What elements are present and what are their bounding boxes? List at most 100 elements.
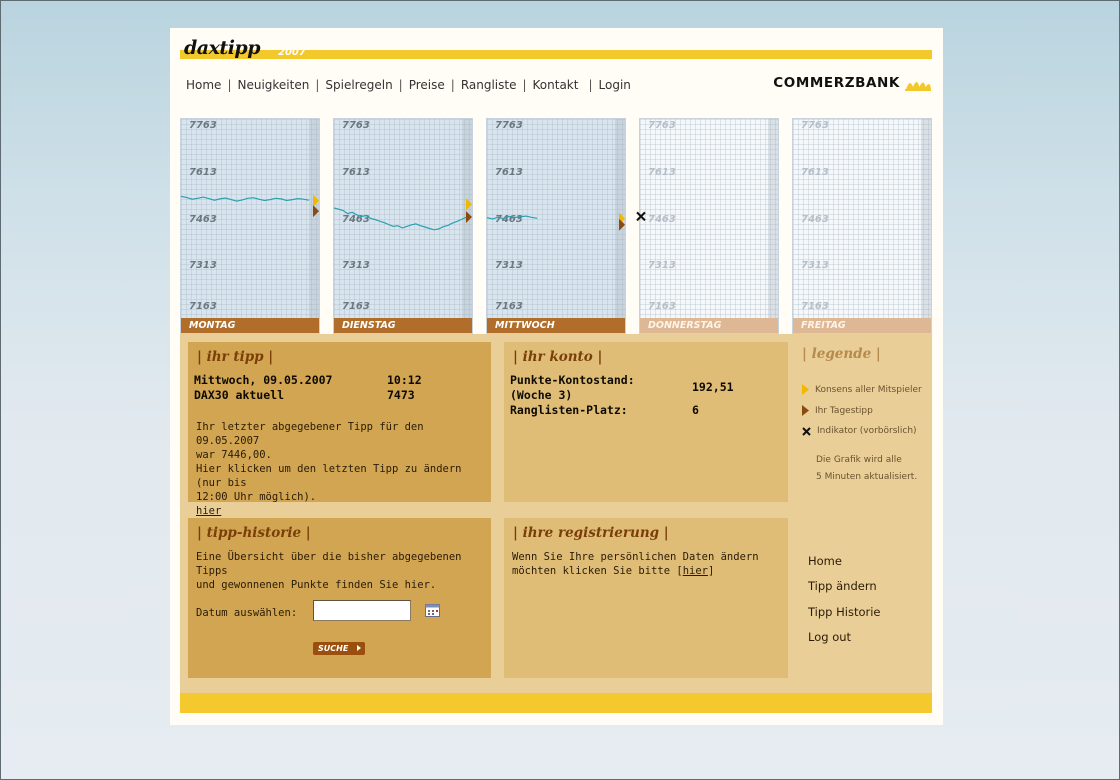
nav-separator: |: [227, 78, 232, 92]
legend-consensus: Konsens aller Mitspieler: [802, 384, 922, 395]
tipp-title: | ihr tipp |: [197, 349, 274, 365]
legend-note-line: Die Grafik wird alle: [816, 455, 902, 465]
dax-series-line: [487, 215, 538, 220]
tipp-info-line: Hier klicken um den letzten Tipp zu ände…: [196, 463, 462, 489]
tipp-info-line: war 7446,00.: [196, 449, 272, 461]
day-label: DIENSTAG: [334, 318, 472, 333]
registrierung-text: ]: [707, 565, 715, 577]
nav-neuigkeiten[interactable]: Neuigkeiten: [237, 78, 309, 92]
bank-ribbon-icon: [905, 82, 931, 91]
tipp-date: Mittwoch, 09.05.2007: [194, 373, 333, 387]
daily-tip-marker: [466, 211, 472, 224]
nav-separator: |: [398, 78, 403, 92]
tipp-info-line: Ihr letzter abgegebener Tipp für den 09.…: [196, 421, 424, 447]
nav-separator: |: [450, 78, 455, 92]
day-plot: [636, 211, 646, 222]
dax-week-chart: 7763 7613 7463 7313 7163 MONTAG 7763 7613 7463 73…: [180, 118, 932, 334]
chart-day-freitag: 7763 7613 7463 7313 7163 FREITAG: [792, 118, 932, 334]
nav-kontakt[interactable]: Kontakt: [533, 78, 579, 92]
calendar-icon[interactable]: [425, 603, 440, 617]
nav-preise[interactable]: Preise: [409, 78, 445, 92]
side-nav-home[interactable]: Home: [808, 554, 842, 568]
historie-title: | tipp-historie |: [197, 525, 311, 541]
daily-tip-marker: [313, 205, 319, 218]
historie-info-line: und gewonnenen Punkte finden Sie hier.: [196, 579, 437, 591]
footer-bar: [180, 693, 932, 713]
ranglisten-value: 6: [692, 403, 699, 417]
day-plot: [334, 198, 472, 231]
day-label: MONTAG: [181, 318, 319, 333]
day-plot: [793, 119, 933, 319]
dax-label: DAX30 aktuell: [194, 388, 285, 402]
ranglisten-label: Ranglisten-Platz:: [510, 403, 628, 417]
legend-note-line: 5 Minuten aktualisiert.: [816, 472, 918, 482]
legend-indicator: Indikator (vorbörslich): [802, 426, 917, 436]
nav-separator: |: [522, 78, 527, 92]
side-nav-tipp-historie[interactable]: Tipp Historie: [808, 605, 881, 619]
consensus-marker: [313, 194, 319, 207]
registrierung-text: möchten klicken Sie bitte [: [512, 565, 683, 577]
day-plot: [487, 212, 625, 231]
daily-tip-marker-icon: [802, 405, 809, 416]
day-label: DONNERSTAG: [640, 318, 778, 333]
main-nav: Home | Neuigkeiten | Spielregeln | Preis…: [186, 78, 631, 92]
dax-value: 7473: [387, 388, 415, 402]
kontostand-week: (Woche 3): [510, 388, 573, 402]
suche-label: SUCHE: [318, 644, 349, 653]
konto-title: | ihr konto |: [513, 349, 603, 365]
legend-label: Indikator (vorbörslich): [817, 426, 917, 436]
day-label: FREITAG: [793, 318, 931, 333]
logo-text: daxtipp: [184, 37, 261, 59]
historie-info: Eine Übersicht über die bisher abgegeben…: [196, 550, 491, 592]
content-area: | ihr tipp | Mittwoch, 09.05.2007 10:12 …: [180, 334, 932, 693]
logo[interactable]: daxtipp 2007: [180, 37, 932, 62]
tipp-info-line: 12:00 Uhr möglich).: [196, 491, 317, 503]
chart-day-montag: 7763 7613 7463 7313 7163 MONTAG: [180, 118, 320, 334]
legend-note: Die Grafik wird alle 5 Minuten aktualisi…: [816, 452, 936, 486]
tipp-change-link[interactable]: hier: [196, 505, 221, 517]
dax-series-line: [334, 207, 467, 231]
nav-separator: |: [315, 78, 320, 92]
nav-rangliste[interactable]: Rangliste: [461, 78, 517, 92]
tipp-time: 10:12: [387, 373, 422, 387]
page-container: daxtipp 2007 Home | Neuigkeiten | Spielr…: [170, 28, 943, 725]
consensus-marker: [466, 198, 472, 211]
consensus-marker-icon: [802, 384, 809, 395]
chart-day-donnerstag: 7763 7613 7463 7313 7163 DONNERSTAG: [636, 118, 779, 334]
registrierung-panel: | ihre registrierung | Wenn Sie Ihre per…: [504, 518, 788, 678]
legend-label: Ihr Tagestipp: [815, 405, 873, 416]
registrierung-link[interactable]: hier: [683, 565, 708, 577]
chart-day-mittwoch: 7763 7613 7463 7313 7163 MITTWOCH: [486, 118, 626, 334]
legend-label: Konsens aller Mitspieler: [815, 384, 922, 395]
kontostand-label: Punkte-Kontostand:: [510, 373, 635, 387]
date-input[interactable]: [313, 600, 411, 621]
logo-year: 2007: [278, 47, 306, 58]
indicator-cross-icon: [802, 426, 811, 436]
registrierung-title: | ihre registrierung |: [513, 525, 669, 541]
chart-day-dienstag: 7763 7613 7463 7313 7163 DIENSTAG: [333, 118, 473, 334]
date-select-label: Datum auswählen:: [196, 607, 298, 619]
side-nav-logout[interactable]: Log out: [808, 630, 851, 644]
dax-series-line: [181, 195, 310, 202]
day-label: MITTWOCH: [487, 318, 625, 333]
arrow-right-icon: [357, 645, 361, 651]
commerzbank-logo[interactable]: COMMERZBANK: [773, 74, 932, 92]
kontostand-value: 192,51: [692, 380, 734, 394]
historie-info-line: Eine Übersicht über die bisher abgegeben…: [196, 551, 462, 577]
legend-daily-tip: Ihr Tagestipp: [802, 405, 873, 416]
nav-login[interactable]: Login: [599, 78, 631, 92]
tipp-panel: | ihr tipp | Mittwoch, 09.05.2007 10:12 …: [188, 342, 491, 517]
tipp-info: Ihr letzter abgegebener Tipp für den 09.…: [196, 420, 491, 518]
nav-spielregeln[interactable]: Spielregeln: [325, 78, 392, 92]
nav-separator: |: [588, 78, 593, 92]
suche-button[interactable]: SUCHE: [313, 642, 365, 655]
day-plot: [181, 194, 319, 218]
nav-home[interactable]: Home: [186, 78, 221, 92]
registrierung-info: Wenn Sie Ihre persönlichen Daten ändern …: [512, 550, 759, 578]
side-nav-tipp-aendern[interactable]: Tipp ändern: [808, 579, 877, 593]
historie-panel: | tipp-historie | Eine Übersicht über di…: [188, 518, 491, 678]
konto-panel: | ihr konto | Punkte-Kontostand: (Woche …: [504, 342, 788, 502]
bank-name: COMMERZBANK: [773, 75, 900, 91]
registrierung-info-line: Wenn Sie Ihre persönlichen Daten ändern: [512, 551, 759, 563]
indicator-marker: [636, 211, 646, 222]
